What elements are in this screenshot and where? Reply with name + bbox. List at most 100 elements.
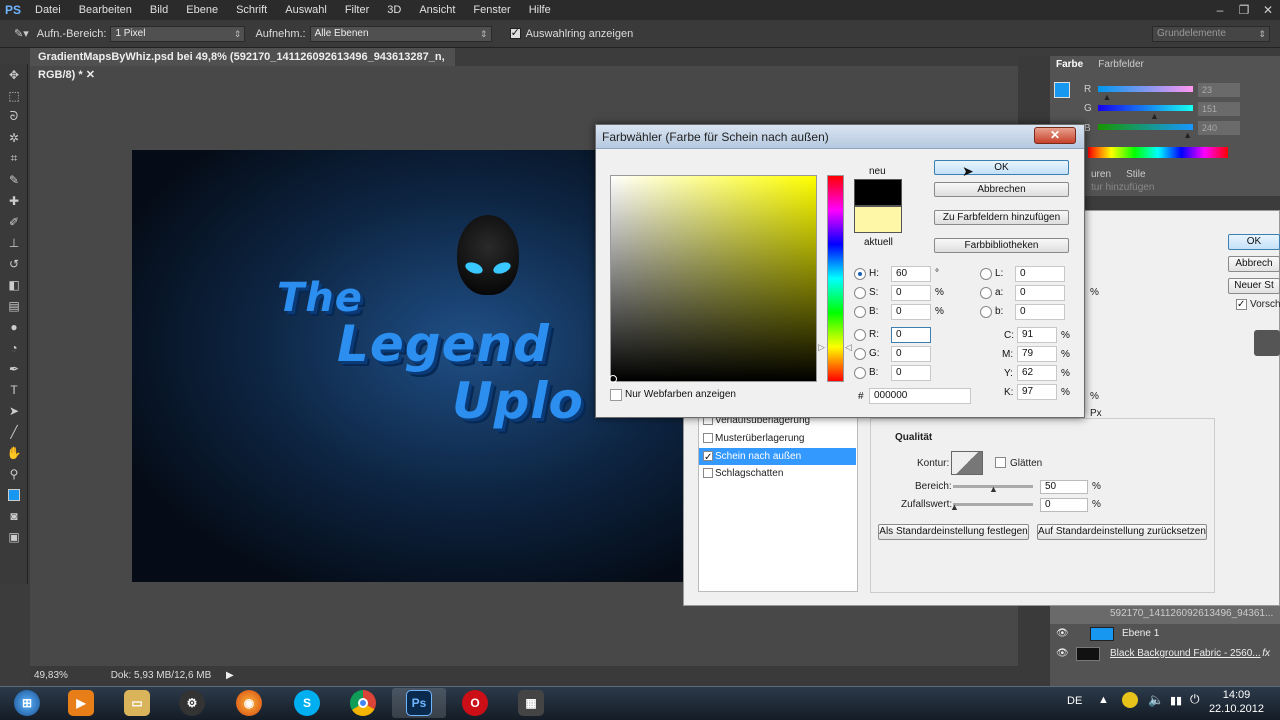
healing-brush-icon[interactable]: ✚ [0,190,28,211]
menu-bild[interactable]: Bild [141,0,177,20]
glaetten-checkbox[interactable] [995,457,1006,468]
set-default-button[interactable]: Als Standardeinstellung festlegen [878,524,1029,540]
taskbar-skype[interactable]: S [280,688,334,718]
lab-b-input[interactable]: 0 [1015,304,1065,320]
hue-marker-left[interactable]: ▷ [818,342,825,353]
menu-hilfe[interactable]: Hilfe [520,0,560,20]
volume-icon[interactable]: 🔈 [1148,692,1164,708]
menu-bearbeiten[interactable]: Bearbeiten [70,0,141,20]
start-button[interactable]: ⊞ [0,688,54,718]
hand-tool-icon[interactable]: ✋ [0,442,28,463]
style-checkbox[interactable] [703,433,713,443]
h-input[interactable]: 60 [891,266,931,282]
y-input[interactable]: 62 [1017,365,1057,381]
fx-icon[interactable]: fx [1262,644,1270,664]
maximize-icon[interactable]: ❐ [1232,0,1256,20]
b-rgb-radio[interactable] [854,367,866,379]
r-slider[interactable] [1098,86,1193,92]
path-selection-icon[interactable]: ➤ [0,400,28,421]
style-item-selected[interactable]: Schein nach außen [699,448,856,466]
new-style-button[interactable]: Neuer St [1228,278,1280,294]
g-slider-marker[interactable]: ▲ [1150,111,1159,121]
minimize-icon[interactable]: – [1208,0,1232,20]
zoom-level[interactable]: 49,83% [34,670,68,681]
b-slider-marker[interactable]: ▲ [1183,130,1192,140]
taskbar-media-app[interactable]: ▦ [504,688,558,718]
stamp-tool-icon[interactable]: ⊥ [0,232,28,253]
menu-auswahl[interactable]: Auswahl [276,0,336,20]
pen-tool-icon[interactable]: ✒ [0,358,28,379]
bereich-input[interactable]: 50 [1040,480,1088,494]
g-value[interactable]: 151 [1198,102,1240,116]
s-input[interactable]: 0 [891,285,931,301]
language-indicator[interactable]: DE [1067,695,1082,707]
gradient-tool-icon[interactable]: ▤ [0,295,28,316]
hue-slider[interactable] [827,175,844,382]
power-icon[interactable]: ⏻ [1190,692,1200,707]
network-icon[interactable]: ▮▮ [1170,694,1182,707]
color-libraries-button[interactable]: Farbbibliotheken [934,238,1069,253]
b-radio[interactable] [854,306,866,318]
menu-fenster[interactable]: Fenster [464,0,519,20]
color-field-cursor[interactable] [609,375,617,383]
taskbar-explorer[interactable]: ▭ [110,688,164,718]
sample-size-select[interactable]: 1 Pixel [110,25,246,42]
line-tool-icon[interactable]: ╱ [0,421,28,442]
brush-tool-icon[interactable]: ✐ [0,211,28,232]
hex-input[interactable]: 000000 [869,388,971,404]
eyedropper-tool-icon[interactable]: ✎▾ [14,27,29,40]
zufall-slider[interactable] [953,503,1033,506]
current-color-swatch[interactable] [854,206,902,233]
lab-b-radio[interactable] [980,306,992,318]
bereich-slider-marker[interactable]: ▲ [989,484,998,494]
show-ring-checkbox[interactable] [509,26,521,39]
menu-ebene[interactable]: Ebene [177,0,227,20]
style-checkbox[interactable] [703,468,713,478]
zufall-slider-marker[interactable]: ▲ [950,502,959,512]
saturation-brightness-field[interactable] [610,175,817,382]
r-input[interactable]: 0 [891,327,931,343]
zoom-tool-icon[interactable]: ⚲ [0,463,28,484]
visibility-eye-icon[interactable]: 👁 [1056,624,1069,644]
style-checkbox[interactable] [703,449,713,466]
m-input[interactable]: 79 [1017,346,1057,362]
g-input[interactable]: 0 [891,346,931,362]
layer-row-photo[interactable]: 592170_141126092613496_94361... [1050,604,1280,624]
style-item[interactable]: Schlagschatten [699,465,856,482]
tab-farbe[interactable]: Farbe [1050,56,1089,74]
taskbar-media-player[interactable]: ▶ [54,688,108,718]
clock[interactable]: 14:09 22.10.2012 [1209,688,1264,716]
g-radio[interactable] [854,348,866,360]
document-tab[interactable]: GradientMapsByWhiz.psd bei 49,8% (592170… [30,48,455,81]
taskbar-steam[interactable]: ⚙ [165,688,219,718]
workspace-select[interactable]: Grundelemente [1152,26,1270,42]
reset-default-button[interactable]: Auf Standardeinstellung zurücksetzen [1037,524,1207,540]
layer-row-background[interactable]: 👁 Black Background Fabric - 2560... fx [1050,644,1280,664]
close-tab-icon[interactable]: ✕ [86,69,95,81]
zufall-input[interactable]: 0 [1040,498,1088,512]
screen-mode-icon[interactable]: ▣ [0,526,28,547]
menu-3d[interactable]: 3D [378,0,410,20]
webcolors-checkbox[interactable] [610,389,622,401]
taskbar-chrome[interactable] [336,688,390,718]
marquee-tool-icon[interactable]: ⬚ [0,85,28,106]
foreground-color-icon[interactable] [0,484,28,505]
b-input[interactable]: 0 [891,304,931,320]
tray-expand-icon[interactable]: ▲ [1098,694,1109,706]
color-picker-titlebar[interactable]: Farbwähler (Farbe für Schein nach außen)… [596,125,1084,149]
tray-notification-icon[interactable] [1122,692,1138,708]
r-value[interactable]: 23 [1198,83,1240,97]
lasso-tool-icon[interactable]: ᘐ [0,106,28,127]
magic-wand-icon[interactable]: ✲ [0,127,28,148]
menu-ansicht[interactable]: Ansicht [410,0,464,20]
layer-style-ok-button[interactable]: OK [1228,234,1280,250]
color-spectrum-bar[interactable] [1088,147,1228,158]
contour-picker[interactable] [951,451,983,475]
l-radio[interactable] [980,268,992,280]
layer-row-ebene1[interactable]: 👁 Ebene 1 [1050,624,1280,644]
cancel-button[interactable]: Abbrechen [934,182,1069,197]
s-radio[interactable] [854,287,866,299]
move-tool-icon[interactable]: ✥ [0,64,28,85]
dodge-tool-icon[interactable]: ◔ [0,337,28,358]
eraser-tool-icon[interactable]: ◧ [0,274,28,295]
